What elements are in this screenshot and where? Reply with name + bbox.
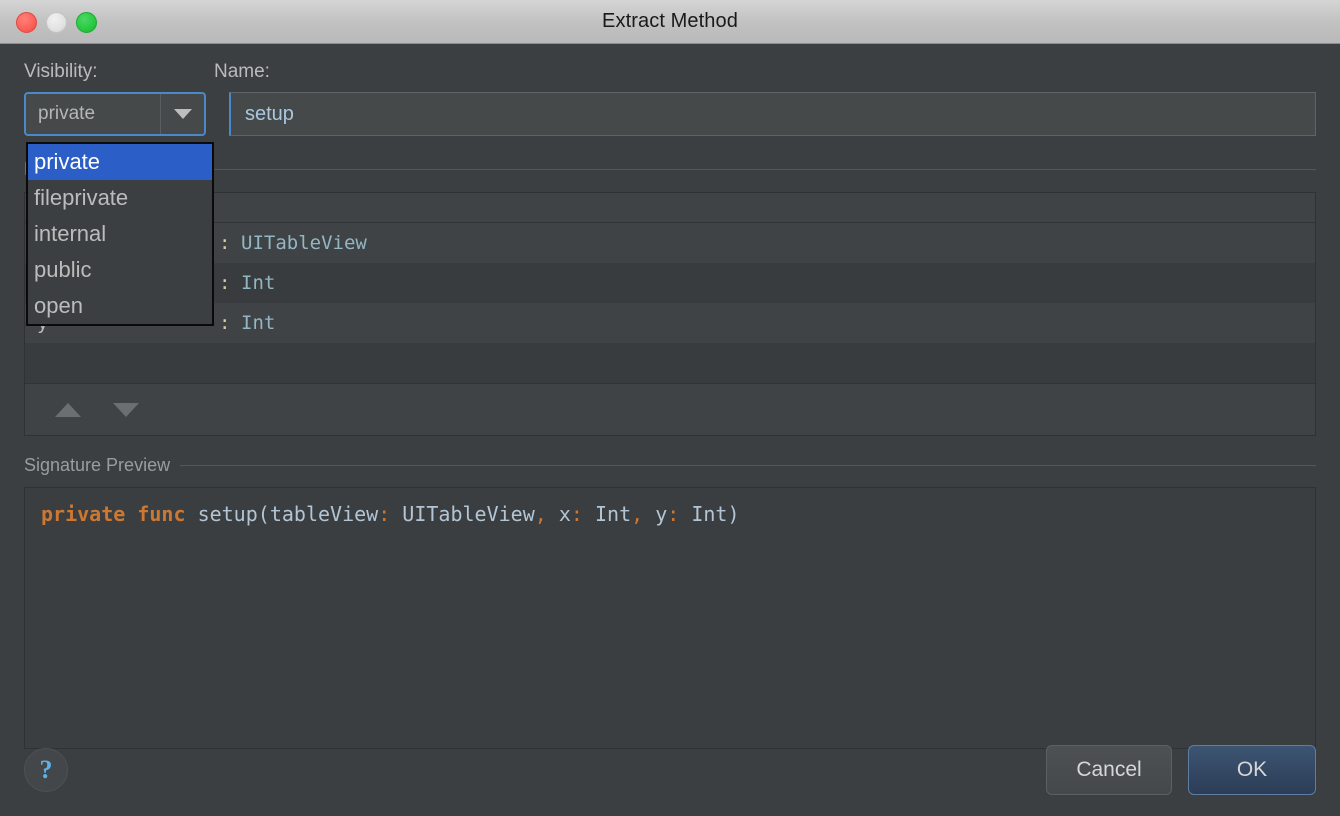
visibility-combobox-value[interactable]: private [26,94,160,134]
signature-preview-title: Signature Preview [24,455,170,476]
window-title: Extract Method [0,10,1340,33]
triangle-up-icon[interactable] [55,397,81,423]
cancel-button[interactable]: Cancel [1046,745,1172,795]
visibility-option-internal[interactable]: internal [28,216,212,252]
window-titlebar: Extract Method [0,0,1340,44]
table-row[interactable]: x : Int [25,263,1315,303]
method-name-input[interactable]: setup [229,92,1316,136]
parameters-table[interactable]: tableView : UITableView x : Int y : Int [24,192,1316,436]
parameter-type[interactable]: UITableView [241,232,367,254]
name-label: Name: [214,61,270,83]
window-controls [16,0,97,44]
table-row-empty [25,343,1315,383]
table-row[interactable]: tableView : UITableView [25,223,1315,263]
group-divider [180,465,1316,466]
visibility-combobox[interactable]: private private fileprivate internal pub… [24,92,206,136]
maximize-button[interactable] [76,12,97,33]
parameter-colon: : [219,232,241,254]
close-button[interactable] [16,12,37,33]
visibility-option-fileprivate[interactable]: fileprivate [28,180,212,216]
visibility-option-public[interactable]: public [28,252,212,288]
group-divider [127,169,1316,170]
visibility-option-private[interactable]: private [28,144,212,180]
ok-button[interactable]: OK [1188,745,1316,795]
parameter-colon: : [219,312,241,334]
extract-method-dialog: Extract Method Visibility: Name: private… [0,0,1340,816]
parameters-group-header: Parameters [24,158,1316,180]
signature-preview-header: Signature Preview [24,454,1316,476]
visibility-dropdown-list[interactable]: private fileprivate internal public open [26,142,214,326]
minimize-button[interactable] [46,12,67,33]
parameters-table-header [25,193,1315,223]
field-labels-row: Visibility: Name: [24,44,1316,83]
chevron-down-icon[interactable] [160,94,204,134]
visibility-label: Visibility: [24,61,214,83]
parameters-table-toolbar [25,383,1315,435]
signature-preview-text: private func setup(tableView: UITableVie… [41,502,1299,526]
dialog-content: Visibility: Name: private private filepr… [0,44,1340,816]
visibility-option-open[interactable]: open [28,288,212,324]
triangle-down-icon[interactable] [113,397,139,423]
signature-preview-group: Signature Preview private func setup(tab… [24,454,1316,749]
parameter-type[interactable]: Int [241,272,275,294]
parameter-type[interactable]: Int [241,312,275,334]
parameter-colon: : [219,272,241,294]
signature-preview-box: private func setup(tableView: UITableVie… [24,487,1316,749]
question-mark-icon[interactable]: ? [24,748,68,792]
parameters-group: Parameters tableView : UITableView x : I… [24,158,1316,436]
dialog-footer: ? Cancel OK [24,744,1316,796]
fields-row: private private fileprivate internal pub… [24,92,1316,136]
table-row[interactable]: y : Int [25,303,1315,343]
